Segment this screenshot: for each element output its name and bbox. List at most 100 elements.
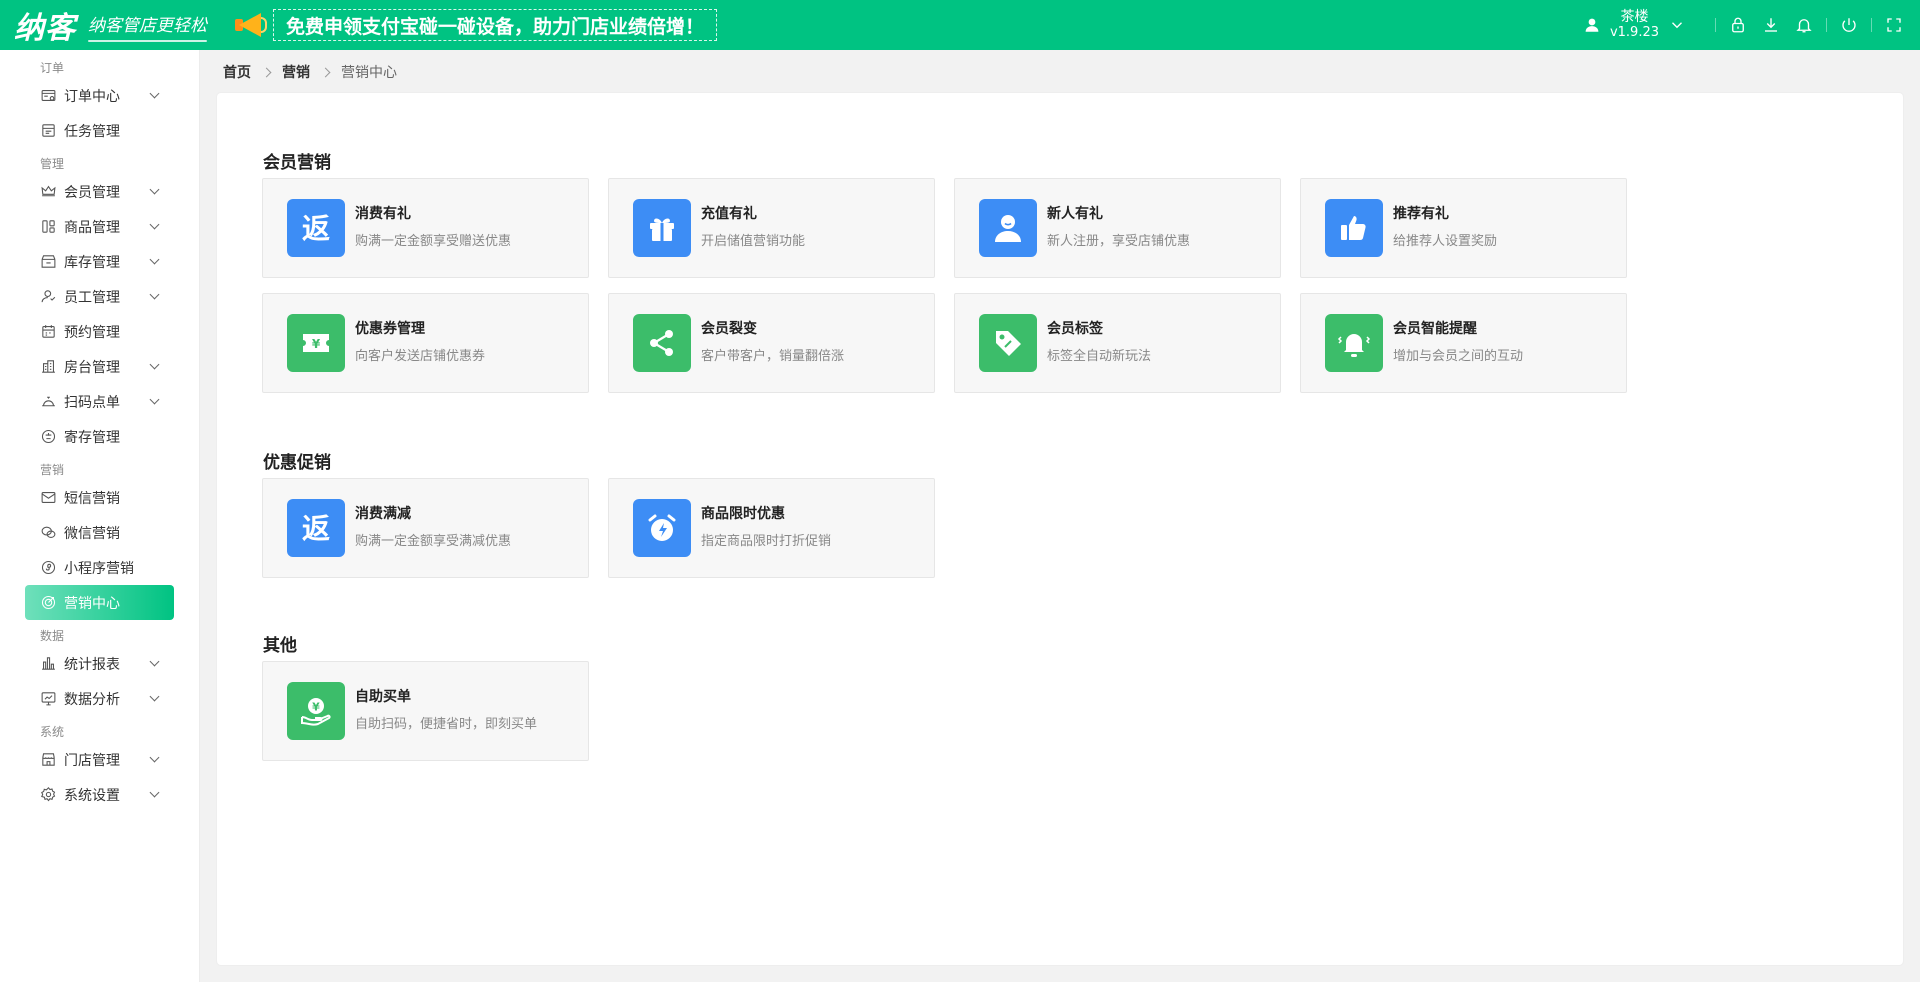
marketing-card[interactable]: 会员裂变 客户带客户，销量翻倍涨 [608,293,935,393]
gear-icon [38,785,58,805]
marketing-card[interactable]: 返 消费满减 购满一定金额享受满减优惠 [262,478,589,578]
bell-icon[interactable] [1794,15,1814,35]
brand-logo[interactable]: 纳客 [14,3,76,47]
chevron-down-icon [149,359,160,370]
marketing-card[interactable]: 充值有礼 开启储值营销功能 [608,178,935,278]
thumbs-up-icon [1325,199,1383,257]
divider [1871,18,1872,32]
card-description: 购满一定金额享受满减优惠 [355,534,512,549]
app-version: v1.9.23 [1609,25,1659,40]
marketing-card[interactable]: 会员标签 标签全自动新玩法 [954,293,1281,393]
task-icon [38,121,58,141]
svg-text:¥: ¥ [312,337,321,351]
fullscreen-icon[interactable] [1884,15,1904,35]
user-menu[interactable]: 茶楼 v1.9.23 [1582,9,1687,41]
sidebar-item-mail[interactable]: 短信营销 [25,480,174,515]
sidebar-item-label: 库存管理 [64,254,120,271]
sidebar: 订单 订单中心 任务管理 管理 会员管理 商品管理 库存管理 员工管理 预约管理… [0,50,200,982]
sidebar-item-gear[interactable]: 系统设置 [25,777,174,812]
sidebar-item-goods[interactable]: 商品管理 [25,209,174,244]
sidebar-item-building[interactable]: 房台管理 [25,349,174,384]
sidebar-item-calendar[interactable]: 预约管理 [25,314,174,349]
card-description: 客户带客户，销量翻倍涨 [701,349,845,364]
return-icon: 返 [287,199,345,257]
card-title: 会员智能提醒 [1393,321,1477,337]
marketing-card[interactable]: ¥ 自助买单 自助扫码，便捷省时，即刻买单 [262,661,589,761]
order-icon [38,86,58,106]
marketing-card[interactable]: ¥ 优惠券管理 向客户发送店铺优惠券 [262,293,589,393]
svg-text:¥: ¥ [312,701,320,714]
deposit-icon [38,427,58,447]
section-title: 会员营销 [263,153,331,173]
card-title: 会员标签 [1047,321,1103,337]
alarm-clock-icon [633,499,691,557]
share-icon [633,314,691,372]
gift-icon [633,199,691,257]
sidebar-item-label: 统计报表 [64,656,120,673]
sidebar-item-order[interactable]: 订单中心 [25,78,174,113]
breadcrumb-current: 营销中心 [341,65,397,81]
chevron-right-icon [320,67,331,77]
sidebar-item-task[interactable]: 任务管理 [25,113,174,148]
download-icon[interactable] [1761,15,1781,35]
sidebar-item-bar-chart[interactable]: 统计报表 [25,646,174,681]
marketing-card[interactable]: 返 消费有礼 购满一定金额享受赠送优惠 [262,178,589,278]
sidebar-item-miniapp[interactable]: 小程序营销 [25,550,174,585]
chevron-down-icon [149,752,160,763]
sidebar-item-label: 会员管理 [64,184,120,201]
card-description: 购满一定金额享受赠送优惠 [355,234,512,249]
sidebar-item-label: 门店管理 [64,752,120,769]
nav-section-title: 系统 [40,725,65,739]
coupon-icon: ¥ [287,314,345,372]
marketing-card[interactable]: 会员智能提醒 增加与会员之间的互动 [1300,293,1627,393]
user-name: 茶楼 [1620,9,1649,25]
card-description: 向客户发送店铺优惠券 [355,349,486,364]
sidebar-item-deposit[interactable]: 寄存管理 [25,419,174,454]
sidebar-item-shop[interactable]: 门店管理 [25,742,174,777]
sidebar-item-label: 订单中心 [64,88,120,105]
sidebar-item-target[interactable]: 营销中心 [25,585,174,620]
breadcrumb-marketing[interactable]: 营销 [282,62,310,82]
sidebar-item-label: 寄存管理 [64,429,120,446]
calendar-icon [38,322,58,342]
card-description: 指定商品限时打折促销 [701,534,832,549]
nav-section-title: 订单 [40,61,65,75]
sidebar-item-label: 系统设置 [64,787,120,804]
card-description: 自助扫码，便捷省时，即刻买单 [355,717,538,732]
breadcrumb: 首页 营销 营销中心 [223,62,397,82]
sidebar-item-label: 数据分析 [64,691,120,708]
sidebar-item-wechat[interactable]: 微信营销 [25,515,174,550]
power-icon[interactable] [1839,15,1859,35]
divider [1715,18,1716,32]
section-title: 优惠促销 [263,453,331,473]
sidebar-item-label: 预约管理 [64,324,120,341]
promo-banner[interactable]: 免费申领支付宝碰一碰设备，助力门店业绩倍增！ [273,9,718,41]
crown-icon [38,182,58,202]
sidebar-item-bell-tray[interactable]: 扫码点单 [25,384,174,419]
lock-icon[interactable] [1728,15,1748,35]
shop-icon [38,750,58,770]
bell-tray-icon [38,392,58,412]
megaphone-icon [231,9,267,41]
chevron-down-icon [149,656,160,667]
marketing-card[interactable]: 商品限时优惠 指定商品限时打折促销 [608,478,935,578]
sidebar-item-label: 营销中心 [64,595,120,612]
chevron-down-icon [149,184,160,195]
sidebar-item-store[interactable]: 库存管理 [25,244,174,279]
sidebar-item-crown[interactable]: 会员管理 [25,174,174,209]
card-description: 增加与会员之间的互动 [1393,349,1524,364]
sidebar-item-monitor[interactable]: 数据分析 [25,681,174,716]
chevron-down-icon [1667,15,1687,35]
return-icon: 返 [287,499,345,557]
marketing-card[interactable]: 新人有礼 新人注册，享受店铺优惠 [954,178,1281,278]
sidebar-item-label: 房台管理 [64,359,120,376]
sidebar-item-staff[interactable]: 员工管理 [25,279,174,314]
marketing-card[interactable]: 推荐有礼 给推荐人设置奖励 [1300,178,1627,278]
card-description: 开启储值营销功能 [701,234,806,249]
card-description: 给推荐人设置奖励 [1393,234,1498,249]
breadcrumb-home[interactable]: 首页 [223,62,251,82]
sidebar-item-label: 商品管理 [64,219,120,236]
nav-section-title: 管理 [40,157,65,171]
sidebar-item-label: 员工管理 [64,289,120,306]
